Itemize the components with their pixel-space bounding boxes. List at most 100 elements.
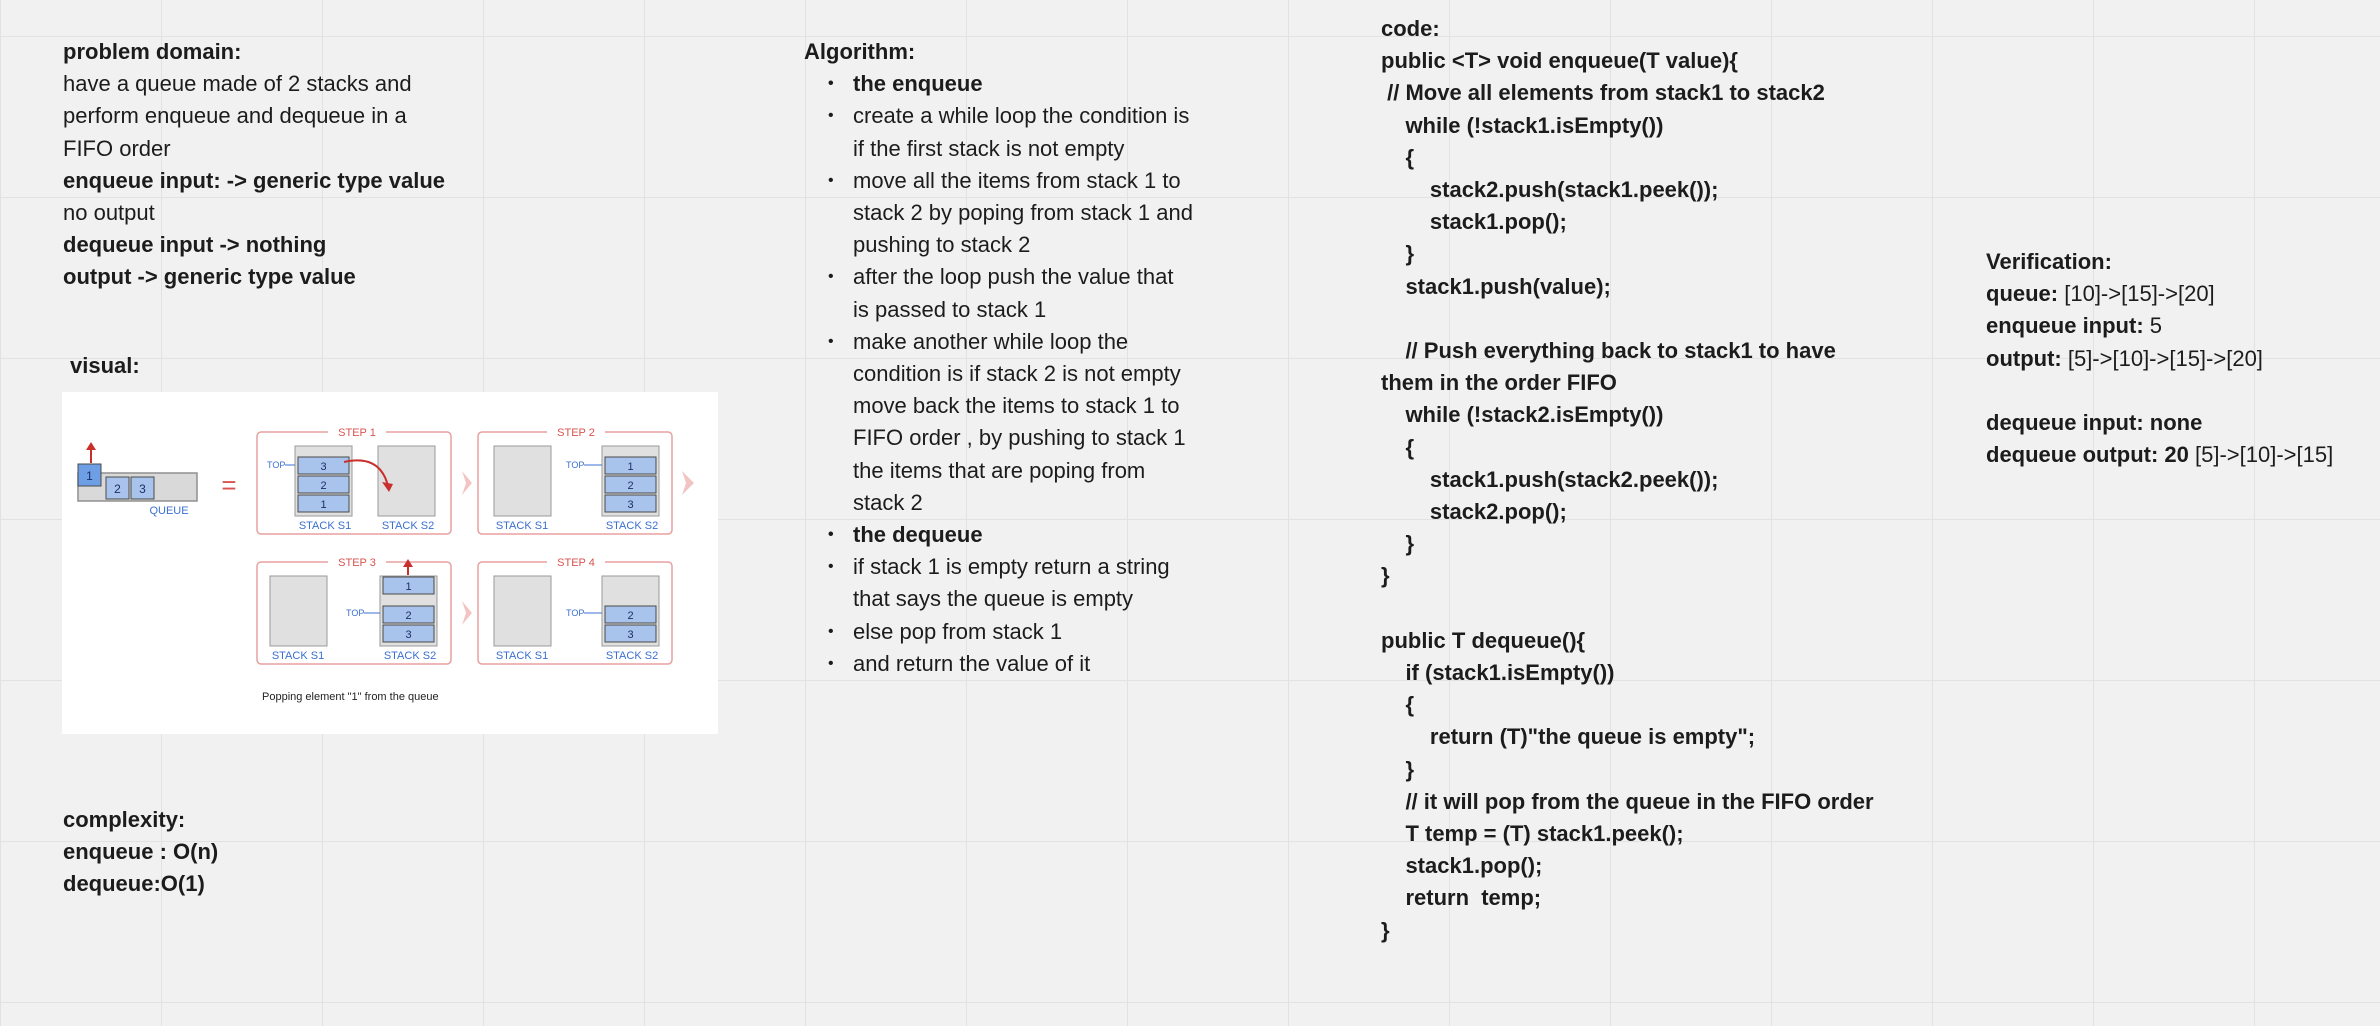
algorithm-block: Algorithm: the enqueue create a while loo… [804, 36, 1224, 680]
dequeue-output-value: [5]->[10]->[15] [2188, 442, 2334, 468]
algorithm-step-line: and return the value of it [853, 650, 1091, 676]
step-title: STEP 1 [338, 427, 376, 439]
algorithm-step: make another while loop the condition is … [804, 326, 1224, 519]
output-label: output: [1986, 345, 2062, 371]
no-output-text: no output [63, 200, 155, 226]
algorithm-heading: Algorithm: [804, 39, 916, 64]
verification-dequeue-output: dequeue output: 20 [5]->[10]->[15] [1986, 439, 2333, 471]
verification-queue: queue: [10]->[15]->[20] [1986, 278, 2333, 310]
code-line: // Move all elements from stack1 to stac… [1381, 80, 1825, 106]
stack-item-label: 1 [405, 581, 411, 593]
algorithm-step: after the loop push the value that is pas… [804, 261, 1224, 325]
code-line: { [1381, 144, 1415, 170]
problem-description-line: perform enqueue and dequeue in a [63, 103, 407, 129]
code-line: while (!stack2.isEmpty()) [1381, 402, 1664, 428]
stack-item-label: 2 [627, 610, 633, 622]
algorithm-step-line: pushing to stack 2 [853, 232, 1031, 258]
code-line: } [1381, 917, 1390, 943]
output-value: [5]->[10]->[15]->[20] [2061, 345, 2263, 371]
queue-item-label: 1 [86, 469, 93, 483]
queue-label: queue: [1986, 281, 2059, 307]
problem-description-line: have a queue made of 2 stacks and [63, 71, 412, 97]
top-label: TOP [267, 460, 285, 470]
visual-diagram-image: 1 2 3 QUEUE = STEP 1 3 2 1 TOP STACK S1 … [62, 392, 718, 734]
algorithm-step: the dequeue [804, 519, 1224, 551]
step-title: STEP 2 [557, 427, 595, 439]
code-line: { [1381, 692, 1415, 718]
algorithm-step-line: create a while loop the condition is [853, 103, 1190, 129]
code-line: } [1381, 756, 1415, 782]
dequeue-output-label: dequeue output: 20 [1986, 442, 2189, 468]
visual-heading: visual: [70, 353, 140, 378]
output-text: output -> generic type value [63, 264, 356, 290]
complexity-block: complexity: enqueue : O(n) dequeue:O(1) [63, 804, 218, 901]
algorithm-step-line: else pop from stack 1 [853, 618, 1063, 644]
stack-s2-label: STACK S2 [384, 650, 436, 662]
next-step-arrow-icon [462, 471, 472, 495]
step-title: STEP 4 [557, 557, 595, 569]
code-block: code: public <T> void enqueue(T value){ … [1381, 13, 1874, 947]
stack-item-label: 3 [320, 461, 326, 473]
algorithm-step-line: that says the queue is empty [853, 586, 1134, 612]
top-label: TOP [346, 608, 364, 618]
algorithm-step: else pop from stack 1 [804, 616, 1224, 648]
next-step-arrow-icon [682, 471, 694, 495]
enqueue-input-text: enqueue input: -> generic type value [63, 167, 446, 193]
stack-s1-label: STACK S1 [272, 650, 324, 662]
algorithm-step: the enqueue [804, 68, 1224, 100]
code-line: stack1.pop(); [1381, 209, 1567, 235]
code-line: while (!stack1.isEmpty()) [1381, 112, 1664, 138]
enqueue-input-value: 5 [2143, 313, 2163, 339]
code-line: stack1.push(value); [1381, 273, 1611, 299]
queue-item-label: 2 [114, 482, 121, 496]
stack-s2-label: STACK S2 [606, 650, 658, 662]
stack-s2-label: STACK S2 [606, 520, 658, 532]
queue-label: QUEUE [149, 505, 188, 517]
algorithm-step-line: stack 2 by poping from stack 1 and [853, 200, 1193, 226]
algorithm-step-line: after the loop push the value that [853, 264, 1174, 290]
stack-item-label: 1 [320, 499, 326, 511]
stack-s1-label: STACK S1 [496, 520, 548, 532]
code-line: if (stack1.isEmpty()) [1381, 660, 1615, 686]
stack-item-label: 2 [405, 610, 411, 622]
algorithm-step-line: stack 2 [853, 489, 923, 515]
algorithm-step: and return the value of it [804, 648, 1224, 680]
top-label: TOP [566, 460, 584, 470]
algorithm-step-line: if the first stack is not empty [853, 135, 1125, 161]
step-title: STEP 3 [338, 557, 376, 569]
code-line: { [1381, 434, 1415, 460]
code-line: // Push everything back to stack1 to hav… [1381, 338, 1836, 364]
stack-s1 [493, 445, 552, 517]
algorithm-step-line: condition is if stack 2 is not empty [853, 361, 1181, 387]
algorithm-step-line: make another while loop the [853, 328, 1129, 354]
stack-s1-label: STACK S1 [299, 520, 351, 532]
verification-block: Verification: queue: [10]->[15]->[20] en… [1986, 246, 2333, 471]
dequeue-complexity: dequeue:O(1) [63, 871, 205, 897]
algorithm-step-line: the items that are poping from [853, 457, 1146, 483]
stack-item-label: 3 [627, 499, 633, 511]
stack-s1-label: STACK S1 [496, 650, 548, 662]
algorithm-step-line: is passed to stack 1 [853, 296, 1047, 322]
code-line: return (T)"the queue is empty"; [1381, 724, 1756, 750]
algorithm-list: the enqueue create a while loop the condi… [804, 68, 1224, 680]
algorithm-step: create a while loop the condition is if t… [804, 100, 1224, 164]
code-line: // it will pop from the queue in the FIF… [1381, 788, 1874, 814]
code-line: return temp; [1381, 885, 1542, 911]
complexity-heading: complexity: [63, 807, 186, 832]
stack-s1 [269, 575, 328, 647]
algorithm-step-line: FIFO order , by pushing to stack 1 [853, 425, 1186, 451]
verification-heading: Verification: [1986, 249, 2112, 274]
code-heading: code: [1381, 16, 1440, 41]
algorithm-step-line: move all the items from stack 1 to [853, 167, 1181, 193]
next-step-arrow-icon [462, 601, 472, 625]
algorithm-step-line: the dequeue [853, 522, 983, 548]
code-line: them in the order FIFO [1381, 370, 1617, 396]
pop-arrowhead-icon [403, 559, 413, 567]
top-label: TOP [566, 608, 584, 618]
dequeue-input-text: dequeue input -> nothing [63, 232, 327, 258]
code-line: stack2.pop(); [1381, 499, 1567, 525]
queue-item-label: 3 [139, 482, 146, 496]
